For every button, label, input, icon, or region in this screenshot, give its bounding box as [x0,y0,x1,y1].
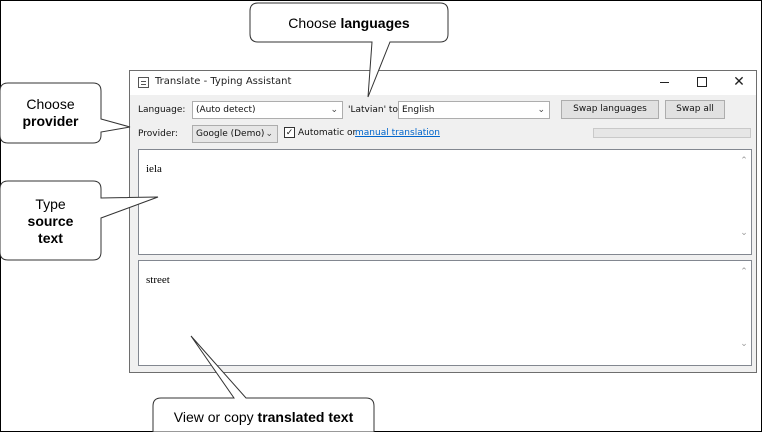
callout-languages-normal: Choose [288,15,341,31]
title-bar[interactable]: Translate - Typing Assistant ✕ [130,71,756,95]
chevron-down-icon: ⌄ [265,129,273,139]
target-language-value: English [402,105,435,115]
automatic-checkbox[interactable]: ✓ [284,127,295,138]
progress-bar [593,128,751,138]
provider-label: Provider: [138,129,178,139]
callout-source-line1: Type [35,196,66,212]
translated-scrollbar[interactable]: ⌃ ⌄ [737,261,751,365]
callout-provider-text: Choose provider [0,96,101,130]
source-text-input[interactable]: iela ⌃ ⌄ [138,149,752,255]
callout-languages-text: Choose languages [250,15,448,32]
scroll-up-icon[interactable]: ⌃ [739,267,749,277]
callout-translated-text: View or copy translated text [153,409,374,426]
translated-text-output[interactable]: street ⌃ ⌄ [138,260,752,366]
callout-translated-bold: translated text [257,409,354,425]
callout-provider-bold: provider [22,113,79,129]
scroll-down-icon[interactable]: ⌄ [739,228,749,238]
close-button[interactable]: ✕ [722,71,756,93]
manual-translation-link[interactable]: manual translation [355,128,440,138]
scroll-up-icon[interactable]: ⌃ [739,156,749,166]
chevron-down-icon: ⌄ [537,105,545,115]
source-language-value: (Auto detect) [196,105,256,115]
swap-languages-button[interactable]: Swap languages [561,100,659,119]
chevron-down-icon: ⌄ [330,105,338,115]
window-client-area: Language: (Auto detect) ⌄ 'Latvian' to E… [130,95,756,372]
app-icon [138,77,149,88]
source-text-content: iela [146,163,162,175]
callout-source-bold2: text [38,230,63,246]
callout-source-text: Type source text [0,196,101,247]
detected-language-text: 'Latvian' to [348,105,398,115]
automatic-label: Automatic or [298,128,357,138]
minimize-button[interactable] [648,71,682,93]
provider-select[interactable]: Google (Demo) ⌄ [192,125,278,143]
source-scrollbar[interactable]: ⌃ ⌄ [737,150,751,254]
callout-translated-normal: View or copy [173,409,258,425]
callout-source-bold1: source [27,213,74,229]
provider-value: Google (Demo) [196,129,265,139]
scroll-down-icon[interactable]: ⌄ [739,339,749,349]
language-label: Language: [138,105,186,115]
window-title: Translate - Typing Assistant [155,76,292,87]
swap-all-button[interactable]: Swap all [665,100,725,119]
maximize-button[interactable] [685,71,719,93]
target-language-select[interactable]: English ⌄ [398,101,550,119]
source-language-select[interactable]: (Auto detect) ⌄ [192,101,343,119]
callout-languages-bold: languages [340,15,410,31]
translated-text-content: street [146,274,170,286]
translate-window: Translate - Typing Assistant ✕ Language:… [129,70,757,373]
callout-provider-line1: Choose [26,96,75,112]
